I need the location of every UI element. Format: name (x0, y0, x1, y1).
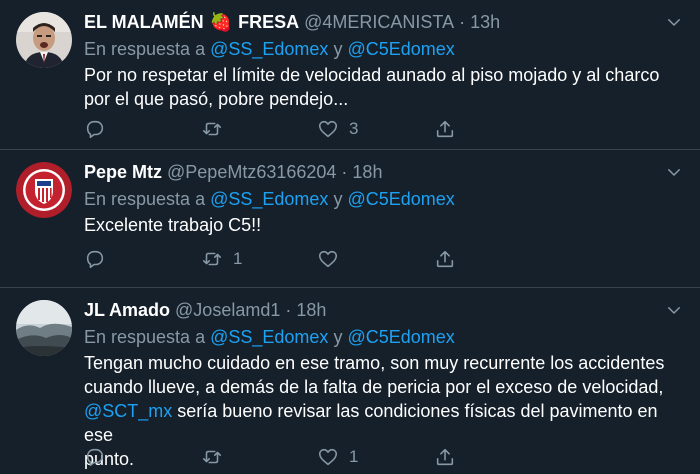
mention-link[interactable]: @C5Edomex (347, 189, 454, 209)
like-count: 1 (349, 447, 359, 466)
timestamp[interactable]: 18h (296, 300, 326, 321)
avatar[interactable] (16, 162, 72, 218)
chevron-down-icon[interactable] (662, 160, 686, 184)
tweet-text-line: cuando llueve, a demás de la falta de pe… (84, 377, 664, 397)
tweet[interactable]: EL MALAMÉN 🍓 FRESA @4MERICANISTA · 13h E… (0, 0, 700, 150)
share-icon (436, 120, 454, 138)
retweet-button[interactable] (201, 446, 233, 468)
reply-context: En respuesta a @SS_Edomex y @C5Edomex (84, 326, 684, 348)
like-button[interactable]: 1 (317, 446, 358, 468)
user-handle[interactable]: @PepeMtz63166204 (167, 162, 336, 183)
share-button[interactable] (434, 118, 456, 140)
tweet[interactable]: JL Amado @Joselamd1 · 18h En respuesta a… (0, 288, 700, 474)
tweet-text: Tengan mucho cuidado en ese tramo, son m… (84, 351, 684, 471)
reply-button[interactable] (84, 118, 116, 140)
mention-link[interactable]: @SS_Edomex (210, 39, 328, 59)
display-name[interactable]: JL Amado (84, 300, 170, 321)
tweet-header: JL Amado @Joselamd1 · 18h (84, 298, 684, 322)
share-button[interactable] (434, 248, 456, 270)
display-name-suffix[interactable]: FRESA (238, 12, 299, 33)
reply-prefix: En respuesta a (84, 327, 206, 347)
tweet-text: Por no respetar el límite de velocidad a… (84, 63, 684, 111)
avatar[interactable] (16, 12, 72, 68)
user-handle[interactable]: @Joselamd1 (175, 300, 280, 321)
reply-and: y (333, 39, 343, 59)
chevron-down-icon[interactable] (662, 298, 686, 322)
reply-prefix: En respuesta a (84, 189, 206, 209)
reply-and: y (333, 189, 343, 209)
mention-link[interactable]: @C5Edomex (347, 327, 454, 347)
share-icon (436, 250, 454, 268)
reply-prefix: En respuesta a (84, 39, 206, 59)
reply-icon (86, 250, 104, 269)
share-button[interactable] (434, 446, 456, 468)
timestamp[interactable]: 18h (352, 162, 382, 183)
like-count: 3 (349, 119, 359, 138)
reply-icon (86, 448, 104, 467)
avatar[interactable] (16, 300, 72, 356)
reply-button[interactable] (84, 446, 116, 468)
tweet-text-line: por el que pasó, pobre pendejo... (84, 89, 349, 109)
retweet-icon (202, 252, 222, 266)
like-button[interactable] (317, 248, 349, 270)
reply-and: y (333, 327, 343, 347)
timestamp[interactable]: 13h (470, 12, 500, 33)
share-icon (436, 448, 454, 466)
mention-link[interactable]: @SS_Edomex (210, 189, 328, 209)
reply-icon (86, 120, 104, 139)
mention-link[interactable]: @SCT_mx (84, 401, 172, 421)
strawberry-emoji: 🍓 (209, 11, 233, 32)
mention-link[interactable]: @SS_Edomex (210, 327, 328, 347)
like-button[interactable]: 3 (317, 118, 358, 140)
reply-button[interactable] (84, 248, 116, 270)
separator-dot: · (285, 299, 292, 320)
separator-dot: · (459, 11, 466, 32)
retweet-count: 1 (233, 249, 243, 268)
tweet-text: Excelente trabajo C5!! (84, 215, 262, 235)
retweet-button[interactable] (201, 118, 233, 140)
tweet-text-line: Tengan mucho cuidado en ese tramo, son m… (84, 353, 665, 373)
heart-icon (318, 250, 338, 268)
tweet-text-line: Por no respetar el límite de velocidad a… (84, 65, 660, 85)
reply-context: En respuesta a @SS_Edomex y @C5Edomex (84, 38, 684, 60)
separator-dot: · (341, 161, 348, 182)
retweet-icon (202, 122, 222, 136)
tweet-header: EL MALAMÉN 🍓 FRESA @4MERICANISTA · 13h (84, 10, 684, 34)
retweet-button[interactable]: 1 (201, 248, 242, 270)
tweet-text-line: punto. (84, 449, 135, 469)
heart-icon (318, 120, 338, 138)
display-name[interactable]: EL MALAMÉN (84, 12, 204, 33)
tweet[interactable]: Pepe Mtz @PepeMtz63166204 · 18h En respu… (0, 150, 700, 288)
display-name[interactable]: Pepe Mtz (84, 162, 162, 183)
reply-context: En respuesta a @SS_Edomex y @C5Edomex (84, 188, 684, 210)
tweet-text-line: @SCT_mx sería bueno revisar las condicio… (84, 399, 684, 447)
retweet-icon (202, 450, 222, 464)
heart-icon (318, 448, 338, 466)
user-handle[interactable]: @4MERICANISTA (304, 12, 454, 33)
mention-link[interactable]: @C5Edomex (347, 39, 454, 59)
chevron-down-icon[interactable] (662, 10, 686, 34)
tweet-header: Pepe Mtz @PepeMtz63166204 · 18h (84, 160, 684, 184)
